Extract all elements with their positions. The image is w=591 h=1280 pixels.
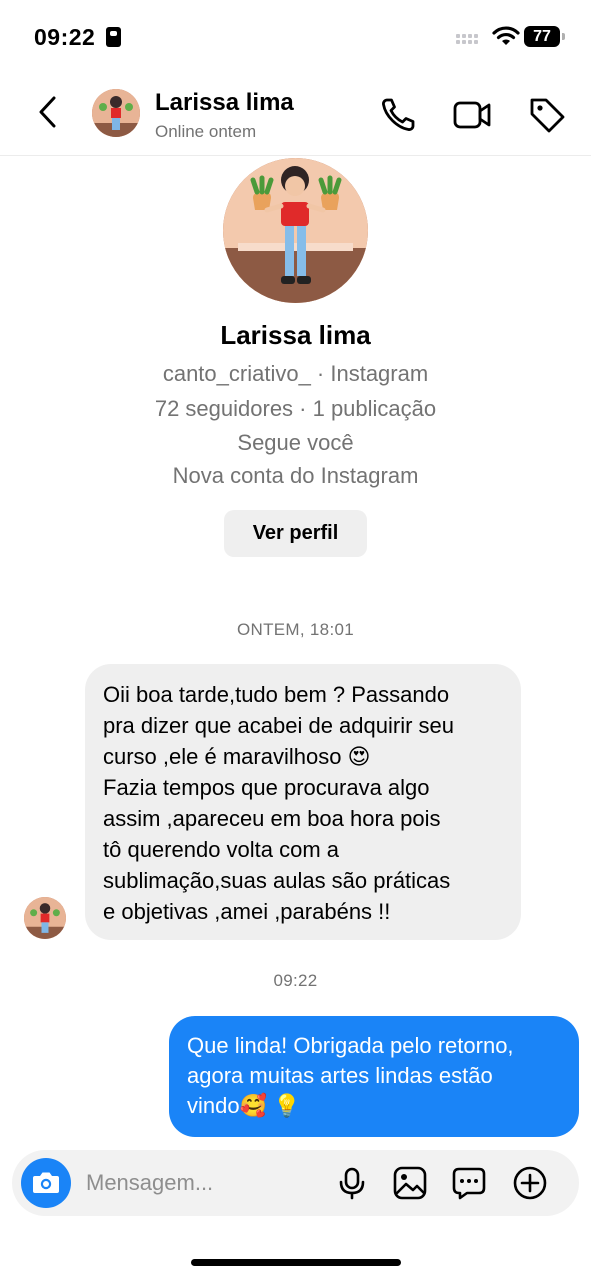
profile-followers: 72 seguidores · 1 publicação [154,396,437,421]
home-indicator[interactable] [191,1259,401,1266]
incoming-message-bubble[interactable]: Oii boa tarde,tudo bem ? Passando pra di… [85,664,521,940]
tag-icon [530,98,565,133]
profile-account-note: Nova conta do Instagram [172,463,419,488]
wifi-icon [492,25,520,47]
message-line: sublimação,suas aulas são práticas [103,868,451,893]
message-line: tô querendo volta com a [103,837,340,862]
avatar-illustration [223,158,368,303]
contact-name[interactable]: Larissa lima [155,89,294,117]
message-composer [12,1150,579,1216]
message-line: curso ,ele é maravilhoso 😍 [103,744,371,769]
cellular-signal-icon [456,34,486,46]
phone-icon [382,98,415,131]
voice-message-button[interactable] [334,1165,370,1201]
camera-button[interactable] [21,1158,71,1208]
message-timestamp: 09:22 [273,971,318,990]
video-call-button[interactable] [451,94,495,136]
profile-follows-you: Segue você [237,430,354,455]
voice-call-button[interactable] [378,94,420,136]
video-camera-icon [453,101,491,129]
microphone-icon [339,1167,365,1200]
label-button[interactable] [526,94,568,136]
chat-header: Larissa lima Online ontem [0,76,591,156]
view-profile-button[interactable]: Ver perfil [224,510,367,557]
profile-avatar[interactable] [223,158,368,303]
message-line: Que linda! Obrigada pelo retorno, [187,1033,514,1058]
message-timestamp: ONTEM, 18:01 [237,620,354,639]
message-line: agora muitas artes lindas estão [187,1063,493,1088]
sender-avatar[interactable] [24,897,66,939]
back-icon [39,96,56,128]
sticker-icon [452,1167,486,1200]
message-line: Oii boa tarde,tudo bem ? Passando [103,682,450,707]
profile-handle: canto_criativo_ · Instagram [162,361,429,386]
gallery-button[interactable] [392,1165,428,1201]
battery-indicator: 77 [524,26,565,47]
message-line: pra dizer que acabei de adquirir seu [103,713,455,738]
contact-card-icon [106,27,121,47]
message-line: e objetivas ,amei ,parabéns !! [103,899,391,924]
outgoing-message-bubble[interactable]: Que linda! Obrigada pelo retorno, agora … [169,1016,579,1137]
sticker-button[interactable] [451,1165,487,1201]
gallery-icon [393,1166,427,1200]
message-line: vindo🥰 💡 [187,1093,301,1118]
message-line: Fazia tempos que procurava algo [103,775,430,800]
online-status: Online ontem [155,122,257,141]
status-bar: 09:22 77 [0,0,591,76]
message-line: assim ,apareceu em boa hora pois [103,806,441,831]
plus-icon [513,1166,547,1200]
add-attachment-button[interactable] [512,1165,548,1201]
message-input[interactable] [86,1167,326,1199]
avatar[interactable] [92,89,140,137]
profile-name: Larissa lima [220,320,371,350]
camera-icon [33,1172,59,1193]
back-button[interactable] [30,92,70,132]
status-time: 09:22 [34,24,96,50]
